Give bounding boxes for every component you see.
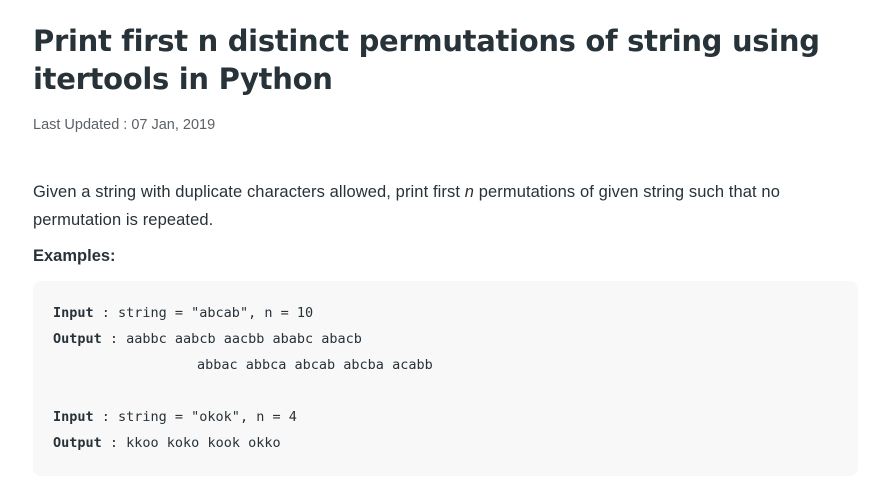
- examples-heading: Examples:: [33, 247, 116, 265]
- output-value: : kkoo koko kook okko: [101, 435, 281, 451]
- article-title: Print first n distinct permutations of s…: [33, 24, 820, 96]
- input-label: Input: [53, 305, 94, 321]
- output-value-continued: abbac abbca abcab abcba acabb: [197, 357, 433, 373]
- example-2-input: Input : string = "okok", n = 4: [53, 404, 838, 430]
- example-1-output-continued: abbac abbca abcab abcba acabb: [53, 352, 838, 378]
- article: Print first n distinct permutations of s…: [33, 22, 858, 476]
- input-label: Input: [53, 409, 94, 425]
- output-label: Output: [53, 331, 102, 347]
- input-value: : string = "okok", n = 4: [93, 409, 297, 425]
- example-1-input: Input : string = "abcab", n = 10: [53, 300, 838, 326]
- example-1-output: Output : aabbc aabcb aacbb ababc abacb: [53, 326, 838, 352]
- examples-code-block: Input : string = "abcab", n = 10 Output …: [33, 281, 858, 476]
- last-updated-label: Last Updated :: [33, 117, 128, 133]
- output-label: Output: [53, 435, 102, 451]
- example-2-output: Output : kkoo koko kook okko: [53, 430, 838, 456]
- last-updated: Last Updated :07 Jan, 2019: [33, 115, 858, 135]
- input-value: : string = "abcab", n = 10: [93, 305, 314, 321]
- intro-text-start: Given a string with duplicate characters…: [33, 183, 465, 201]
- intro-emphasis: n: [464, 183, 475, 201]
- output-value: : aabbc aabcb aacbb ababc abacb: [101, 331, 362, 347]
- intro-paragraph: Given a string with duplicate characters…: [33, 178, 858, 234]
- last-updated-date: 07 Jan, 2019: [131, 117, 216, 133]
